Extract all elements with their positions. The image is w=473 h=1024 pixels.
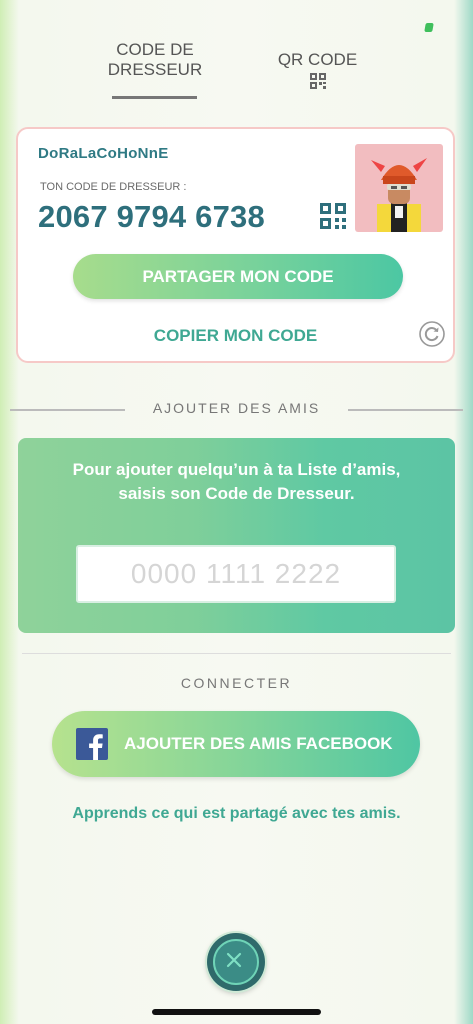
trainer-name: DoRaLaCoHoNnE [38,145,169,162]
home-indicator[interactable] [152,1009,321,1015]
qr-code-icon [310,73,326,89]
trainer-code-value: 2067 9794 6738 [38,199,265,234]
trainer-avatar [355,144,443,232]
add-friends-heading: AJOUTER DES AMIS [152,400,321,416]
copy-code-link[interactable]: COPIER MON CODE [18,326,453,346]
add-friend-panel: Pour ajouter quelqu’un à ta Liste d’amis… [18,438,455,633]
qr-code-icon[interactable] [320,203,346,229]
add-facebook-friends-button[interactable]: AJOUTER DES AMIS FACEBOOK [52,711,420,777]
trainer-code-label: TON CODE DE DRESSEUR : [40,181,187,193]
section-divider [22,653,451,654]
tab-qr-code[interactable]: QR CODE [265,50,370,70]
close-button-ring [213,939,259,985]
add-friends-divider: AJOUTER DES AMIS [10,398,463,420]
add-friend-instructions: Pour ajouter quelqu’un à ta Liste d’amis… [72,460,401,503]
learn-sharing-link[interactable]: Apprends ce qui est partagé avec tes ami… [0,805,473,823]
add-facebook-friends-label: AJOUTER DES AMIS FACEBOOK [124,734,393,753]
tab-trainer-code[interactable]: CODE DE DRESSEUR [100,40,210,80]
tab-qr-code-label: QR CODE [277,50,358,69]
close-button[interactable] [207,933,265,991]
connect-heading: CONNECTER [180,675,293,691]
divider-line-right [348,409,463,411]
tab-trainer-code-label: CODE DE DRESSEUR [107,40,203,79]
trainer-code-card: DoRaLaCoHoNnE TON CODE DE DRESSEUR : 206… [16,127,455,363]
active-tab-underline [112,96,197,99]
status-indicator [424,23,434,32]
close-icon [226,952,242,968]
friend-code-input[interactable] [76,545,396,603]
facebook-icon [76,728,108,760]
share-code-button[interactable]: PARTAGER MON CODE [73,254,403,299]
refresh-icon[interactable] [419,321,445,347]
